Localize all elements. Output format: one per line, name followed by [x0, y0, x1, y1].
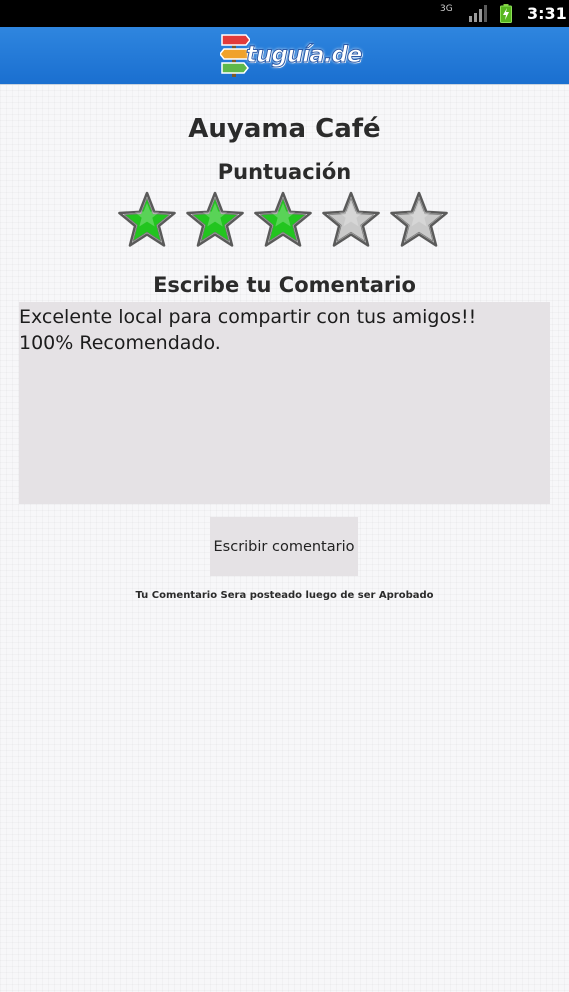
network-type-indicator: 3G — [440, 4, 453, 14]
comment-input[interactable]: Excelente local para compartir con tus a… — [19, 302, 550, 504]
star-empty-icon[interactable] — [388, 188, 450, 252]
moderation-note: Tu Comentario Sera posteado luego de ser… — [135, 590, 434, 601]
place-title: Auyama Café — [188, 114, 381, 144]
battery-charging-icon — [500, 4, 512, 23]
rating-label: Puntuación — [217, 160, 352, 184]
app-bar: tuguía.de — [0, 27, 569, 85]
star-filled-icon[interactable] — [184, 188, 246, 252]
status-bar: 3G 3:31 — [0, 0, 569, 27]
logo-wordmark: tuguía.de — [246, 42, 363, 69]
logo-name: tuguía — [246, 42, 326, 69]
comment-heading: Escribe tu Comentario — [153, 273, 416, 297]
star-rating[interactable] — [116, 188, 456, 254]
star-filled-icon[interactable] — [116, 188, 178, 252]
tuguia-logo[interactable]: tuguía.de — [216, 27, 363, 83]
logo-domain: .de — [323, 42, 363, 69]
star-filled-icon[interactable] — [252, 188, 314, 252]
clock: 3:31 — [527, 4, 567, 23]
submit-comment-button[interactable]: Escribir comentario — [210, 517, 358, 576]
star-empty-icon[interactable] — [320, 188, 382, 252]
signal-strength-icon — [469, 5, 487, 22]
